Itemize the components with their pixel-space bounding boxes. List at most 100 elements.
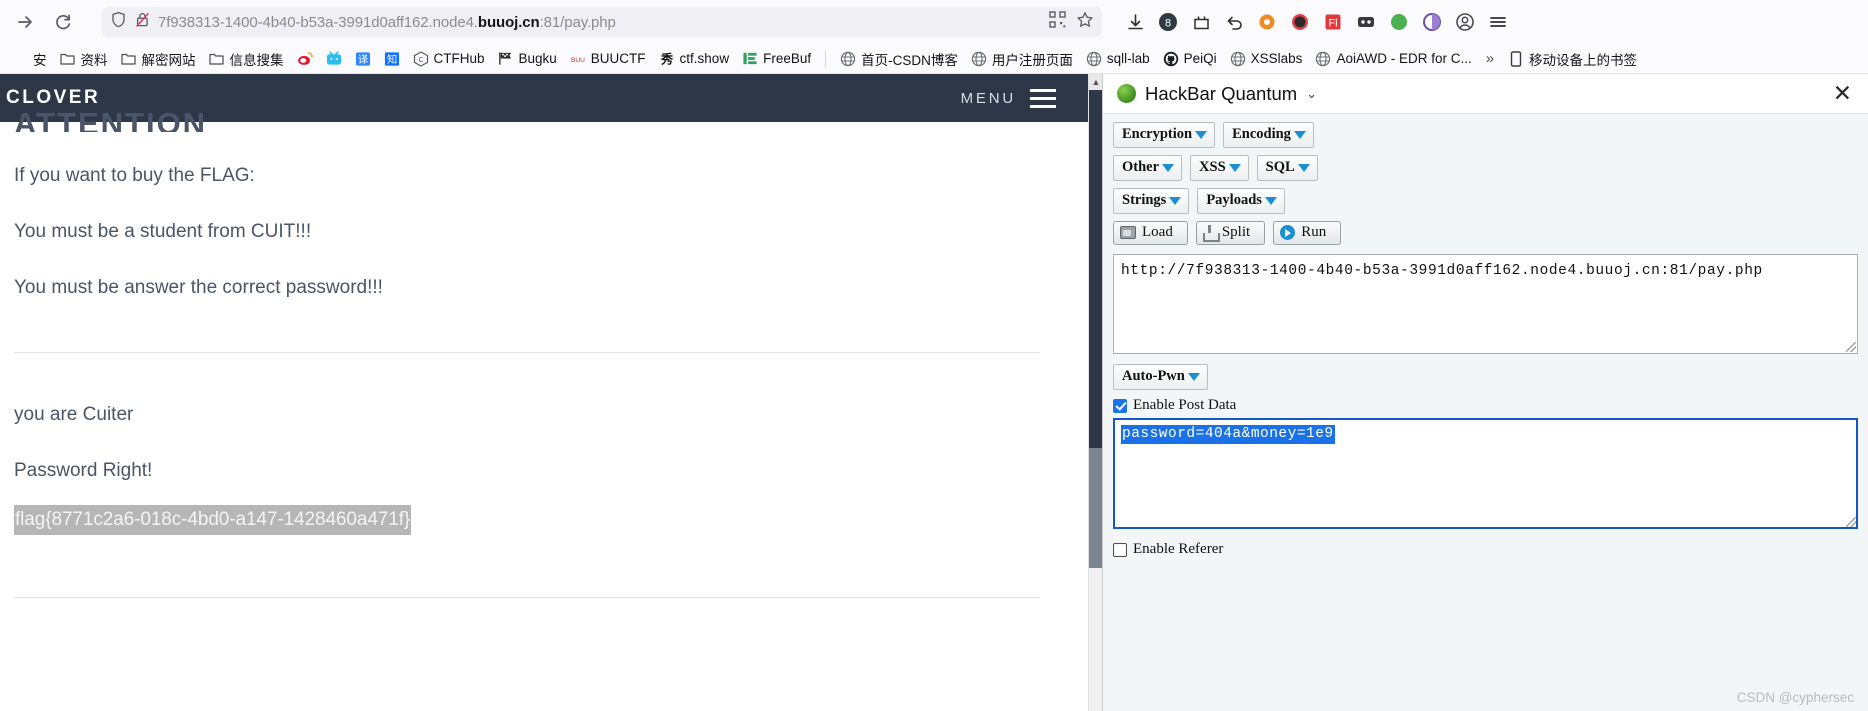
site-menu[interactable]: MENU <box>961 88 1078 108</box>
enable-referer-checkbox[interactable] <box>1113 542 1127 557</box>
svg-text:知: 知 <box>386 52 396 65</box>
enable-post-data-checkbox[interactable] <box>1113 398 1127 413</box>
bookmark-item[interactable]: 解密网站 <box>115 47 202 71</box>
bookmark-label: 用户注册页面 <box>991 52 1073 68</box>
bookmark-item[interactable]: 秀 ctf.show <box>653 49 736 69</box>
bookmark-item[interactable]: Bugku <box>492 49 563 69</box>
enable-post-data-label: Enable Post Data <box>1133 397 1237 413</box>
reload-button[interactable] <box>46 5 80 39</box>
intro-line-1: If you want to buy the FLAG: <box>14 165 255 186</box>
scroll-up-arrow[interactable]: ▲ <box>1089 74 1102 90</box>
browser-window: 7f938313-1400-4b40-b53a-3991d0aff162.nod… <box>0 0 1868 711</box>
scrollbar-thumb-upper[interactable] <box>1089 90 1102 448</box>
qr-code-icon[interactable] <box>1049 11 1066 33</box>
downloads-icon[interactable] <box>1120 7 1150 37</box>
globe-icon <box>971 51 987 67</box>
chevron-down-icon <box>1264 196 1277 205</box>
bookmark-label: Bugku <box>518 51 557 66</box>
payloads-menu-button[interactable]: Payloads <box>1197 188 1285 214</box>
encoding-menu-button[interactable]: Encoding <box>1223 122 1314 148</box>
menu-icon[interactable] <box>1483 7 1513 37</box>
hackbar-menu-row-1: Encryption Encoding <box>1113 122 1858 148</box>
star-icon[interactable] <box>1076 11 1094 34</box>
strings-menu-button[interactable]: Strings <box>1113 188 1190 214</box>
hamburger-icon[interactable] <box>1030 88 1056 108</box>
folder-icon <box>121 51 137 67</box>
url-text[interactable]: 7f938313-1400-4b40-b53a-3991d0aff162.nod… <box>158 14 1042 31</box>
request-url-input[interactable]: http://7f938313-1400-4b40-b53a-3991d0aff… <box>1113 254 1858 354</box>
other-menu-button[interactable]: Other <box>1113 155 1183 181</box>
address-bar[interactable]: 7f938313-1400-4b40-b53a-3991d0aff162.nod… <box>102 7 1102 37</box>
auto-pwn-button[interactable]: Auto-Pwn <box>1113 364 1208 390</box>
globe-icon <box>840 51 856 67</box>
green-circle-icon[interactable] <box>1384 7 1414 37</box>
bookmark-item[interactable]: BUU BUUCTF <box>564 49 652 69</box>
load-button[interactable]: Load <box>1113 221 1188 245</box>
button-label: Auto-Pwn <box>1122 368 1185 384</box>
bookmark-item[interactable]: 信息搜集 <box>203 47 290 71</box>
intro-line-3: You must be answer the correct password!… <box>14 277 383 298</box>
run-button[interactable]: Run <box>1273 221 1342 245</box>
bookmark-item[interactable]: 用户注册页面 <box>965 47 1079 71</box>
bookmark-item[interactable] <box>320 49 348 69</box>
bilibili-icon <box>326 51 342 67</box>
resize-handle[interactable] <box>1846 517 1856 527</box>
hackbar-badge-icon[interactable]: 8 <box>1153 7 1183 37</box>
bookmarks-overflow-button[interactable]: » <box>1479 48 1501 69</box>
split-icon <box>1202 225 1220 242</box>
bookmark-item-mobile[interactable]: 移动设备上的书签 <box>1502 47 1643 71</box>
divider-bottom <box>14 597 1040 598</box>
ctfshow-icon: 秀 <box>659 51 675 67</box>
divider-top <box>14 352 1040 353</box>
shield-icon[interactable] <box>110 11 127 33</box>
screenshot-icon[interactable] <box>1186 7 1216 37</box>
url-host: buuoj.cn <box>477 13 540 31</box>
lock-crossed-icon[interactable] <box>134 11 151 33</box>
palette-icon[interactable] <box>1417 7 1447 37</box>
bookmark-item[interactable]: 资料 <box>54 47 114 71</box>
page-body: ATTENTION If you want to buy the FLAG: Y… <box>0 106 1102 598</box>
bookmark-item[interactable]: AoiAWD - EDR for C... <box>1309 49 1477 69</box>
bookmark-item[interactable] <box>291 49 319 69</box>
bookmark-item[interactable]: XSSlabs <box>1224 49 1309 69</box>
run-icon <box>1280 225 1296 240</box>
orange-gear-icon[interactable] <box>1252 7 1282 37</box>
flag-value[interactable]: flag{8771c2a6-018c-4bd0-a147-1428460a471… <box>14 505 412 535</box>
split-button[interactable]: Split <box>1195 221 1266 245</box>
chevron-down-icon[interactable]: ⌄ <box>1306 86 1317 102</box>
bookmark-label: FreeBuf <box>763 51 812 66</box>
flash-red-icon[interactable]: Fl <box>1318 7 1348 37</box>
forward-button[interactable] <box>8 5 42 39</box>
scrollbar-thumb[interactable] <box>1089 448 1102 568</box>
bookmark-item[interactable]: PeiQi <box>1157 49 1223 69</box>
block-icon[interactable] <box>1285 7 1315 37</box>
bookmark-item[interactable]: FreeBuf <box>736 49 817 69</box>
encryption-menu-button[interactable]: Encryption <box>1113 122 1216 148</box>
bookmark-item[interactable]: C CTFHub <box>407 49 491 69</box>
page-scrollbar[interactable]: ▲ <box>1088 74 1102 711</box>
bookmark-item[interactable]: 安 <box>6 47 53 71</box>
resize-handle[interactable] <box>1846 342 1856 352</box>
bookmark-item[interactable]: 首页-CSDN博客 <box>834 47 964 71</box>
enable-referer-row[interactable]: Enable Referer <box>1113 541 1858 558</box>
bookmark-label: 信息搜集 <box>229 52 284 68</box>
sql-menu-button[interactable]: SQL <box>1256 155 1318 181</box>
post-data-input[interactable]: password=404a&money=1e9 <box>1113 418 1858 529</box>
undo-icon[interactable] <box>1219 7 1249 37</box>
bookmark-item[interactable]: 译 <box>349 49 377 69</box>
page-title: ATTENTION <box>14 106 208 132</box>
account-icon[interactable] <box>1450 7 1480 37</box>
hackbar-logo-icon <box>1117 84 1136 103</box>
enable-post-data-row[interactable]: Enable Post Data <box>1113 397 1858 414</box>
bookmark-item[interactable]: 知 <box>378 49 406 69</box>
close-icon[interactable]: ✕ <box>1833 82 1852 105</box>
xss-menu-button[interactable]: XSS <box>1190 155 1249 181</box>
text-icon <box>12 51 28 67</box>
dark-square-icon[interactable] <box>1351 7 1381 37</box>
globe-icon <box>1230 51 1246 67</box>
svg-text:C: C <box>418 57 423 64</box>
web-page: CLOVER MENU ATTENTION If you want to buy… <box>0 74 1102 711</box>
hackbar-menu-row-3: Strings Payloads <box>1113 188 1858 214</box>
post-data-wrapper: password=404a&money=1e9 <box>1113 418 1858 529</box>
bookmark-item[interactable]: sqll-lab <box>1080 49 1156 69</box>
